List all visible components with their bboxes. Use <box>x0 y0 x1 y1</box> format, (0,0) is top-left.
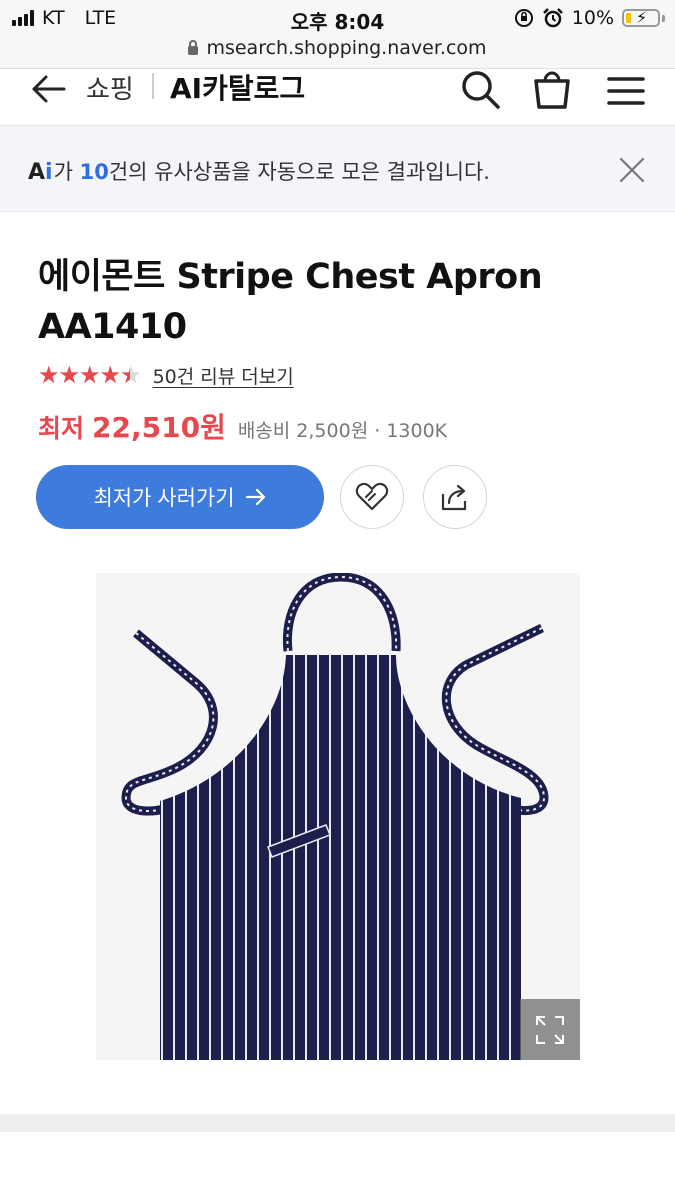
ai-banner-text: Ai가 10건의 유사상품을 자동으로 모은 결과입니다. <box>28 156 490 186</box>
ai-banner-prefix: 가 <box>53 160 80 184</box>
nav-header: 쇼핑 AI카탈로그 <box>0 68 675 126</box>
shipping-fee: 배송비 2,500원 <box>237 420 369 442</box>
menu-icon[interactable] <box>606 71 646 111</box>
price-label: 최저 <box>38 414 85 443</box>
buy-lowest-price-button[interactable]: 최저가 사러가기 <box>36 465 324 529</box>
expand-image-button[interactable] <box>520 999 580 1060</box>
ai-info-banner: Ai가 10건의 유사상품을 자동으로 모은 결과입니다. <box>0 126 675 212</box>
back-arrow-icon[interactable] <box>28 69 68 109</box>
cart-icon[interactable] <box>530 68 574 111</box>
ai-banner-count: 10 <box>79 160 109 184</box>
seller-name: 1300K <box>386 420 448 442</box>
lock-icon <box>188 40 199 55</box>
close-icon[interactable] <box>618 156 646 184</box>
meta-separator: · <box>374 420 381 442</box>
heart-icon <box>355 482 389 511</box>
share-icon <box>441 484 467 511</box>
wishlist-button[interactable] <box>340 465 404 529</box>
battery-cap <box>662 14 665 22</box>
section-divider <box>0 1114 675 1132</box>
alarm-icon <box>542 8 563 28</box>
rating-stars: ★★★★★ ★★★★★ <box>38 361 142 389</box>
nav-shopping-link[interactable]: 쇼핑 <box>86 69 134 106</box>
url-text: msearch.shopping.naver.com <box>206 37 487 59</box>
status-bar: KT LTE 오후 8:04 10% ⚡ <box>0 0 675 36</box>
search-icon[interactable] <box>458 68 502 111</box>
apron-image <box>121 573 549 1060</box>
rating-row: ★★★★★ ★★★★★ 50건 리뷰 더보기 <box>38 361 294 389</box>
price-row: 최저 22,510원 배송비 2,500원 · 1300K <box>38 406 447 446</box>
battery-percent: 10% <box>571 7 614 29</box>
price-value: 22,510원 <box>92 411 226 444</box>
nav-catalog-title: AI카탈로그 <box>170 72 306 105</box>
orientation-lock-icon <box>514 9 533 27</box>
share-button[interactable] <box>423 465 487 529</box>
nav-divider <box>152 73 154 99</box>
arrow-right-icon <box>245 488 265 506</box>
product-title: 에이몬트 Stripe Chest Apron AA1410 <box>38 257 543 347</box>
shipping-info: 배송비 2,500원 · 1300K <box>238 416 447 443</box>
ai-banner-suffix: 건의 유사상품을 자동으로 모은 결과입니다. <box>108 160 490 184</box>
battery-icon: ⚡ <box>622 8 660 27</box>
expand-icon <box>536 1015 564 1044</box>
url-bar[interactable]: msearch.shopping.naver.com <box>0 36 675 68</box>
status-right: 10% ⚡ <box>514 7 665 29</box>
ai-logo: Ai <box>28 160 53 185</box>
buy-button-label: 최저가 사러가기 <box>93 487 235 510</box>
review-more-link[interactable]: 50건 리뷰 더보기 <box>153 362 294 389</box>
product-image[interactable] <box>96 573 580 1060</box>
